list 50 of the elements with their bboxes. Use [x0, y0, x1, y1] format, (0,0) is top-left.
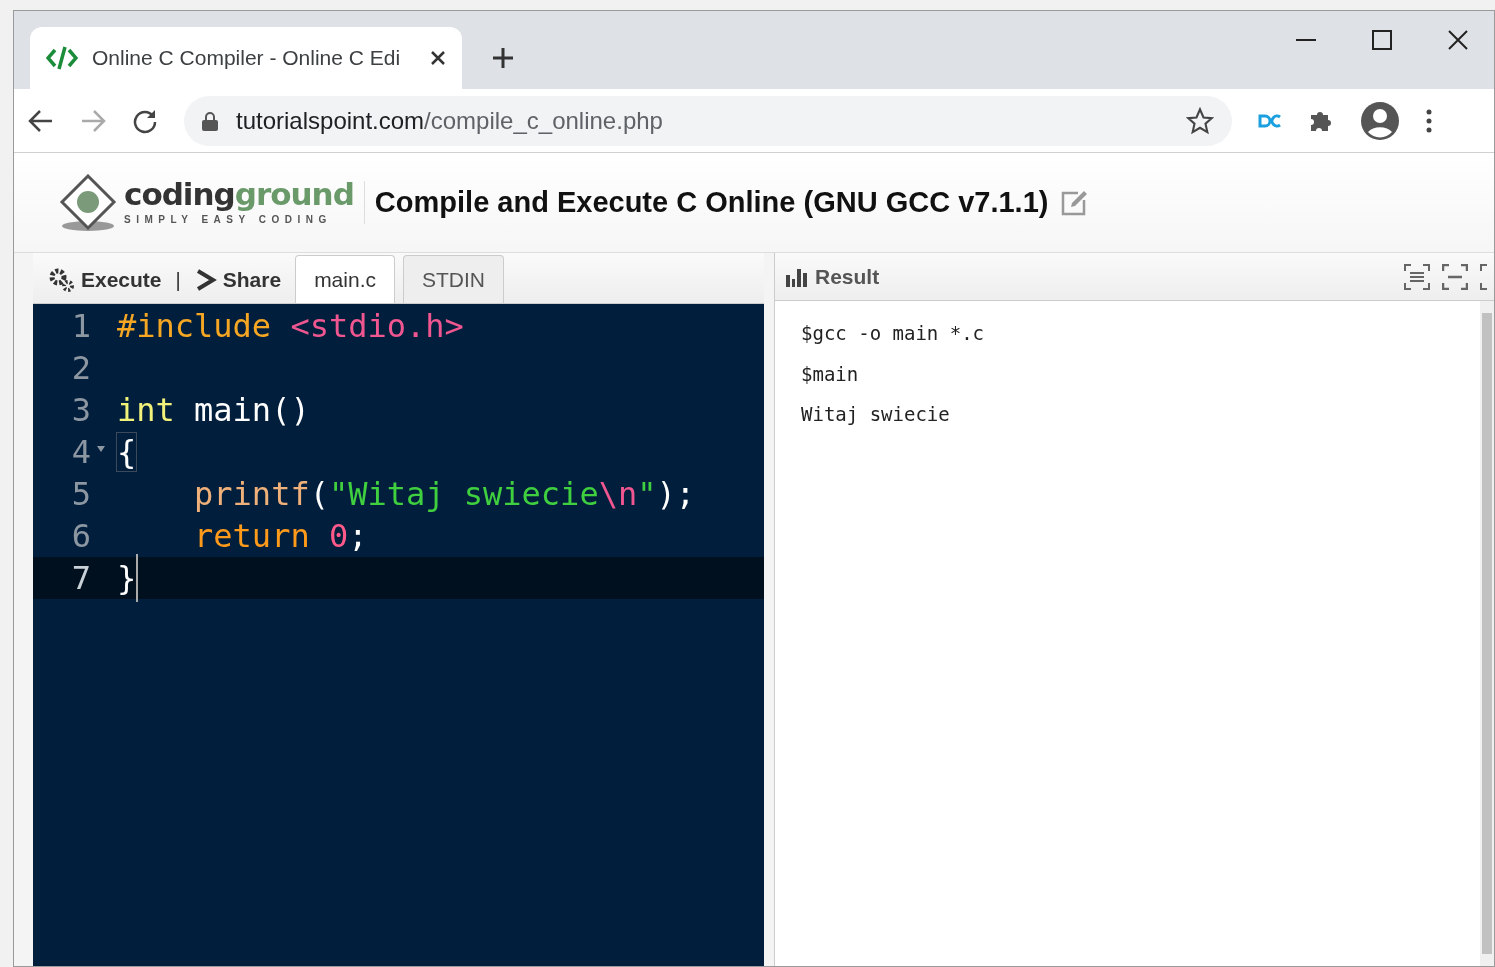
back-icon[interactable] — [28, 108, 54, 133]
logo-tagline: SIMPLY EASY CODING — [124, 212, 333, 227]
execute-button[interactable]: Execute — [43, 257, 168, 303]
new-tab-icon[interactable] — [492, 47, 514, 69]
minimize-icon[interactable] — [1296, 38, 1316, 42]
code-line: printf("Witaj swiecie\n"); — [193, 474, 695, 515]
edit-icon[interactable] — [1060, 188, 1089, 217]
collapse-icon[interactable] — [1442, 263, 1468, 290]
scrollbar[interactable] — [1480, 301, 1494, 966]
logo-icon — [58, 173, 118, 232]
line-number: 1 — [70, 306, 92, 347]
code-line: { — [117, 432, 137, 473]
code-icon — [46, 44, 78, 72]
line-number: 6 — [70, 516, 92, 557]
code-line: } — [117, 554, 139, 602]
extension-icon[interactable] — [1258, 113, 1282, 128]
share-button[interactable]: Share — [188, 257, 288, 303]
profile-icon[interactable] — [1360, 100, 1400, 141]
code-line: return 0; — [193, 516, 368, 557]
line-number: 7 — [70, 558, 92, 599]
logo-text: ground — [234, 175, 354, 212]
file-tab[interactable]: STDIN — [403, 255, 504, 303]
bar-chart-icon — [785, 266, 809, 287]
line-number: 5 — [70, 474, 92, 515]
output-line: $gcc -o main *.c — [801, 321, 986, 346]
gears-icon — [49, 267, 75, 293]
address-bar[interactable]: tutorialspoint.com/compile_c_online.php — [184, 95, 1232, 146]
page-title: Compile and Execute C Online (GNU GCC v7.1.1) — [363, 180, 1049, 225]
close-icon[interactable] — [1448, 30, 1468, 50]
panel-title: Result — [815, 263, 880, 290]
tab-title: Online C Compiler - Online C Edi — [92, 45, 402, 72]
line-number: 3 — [70, 390, 92, 431]
file-tab[interactable]: main.c — [295, 255, 395, 303]
url-text: tutorialspoint.com/compile_c_online.php — [236, 105, 664, 136]
code-line: #include <stdio.h> — [117, 306, 464, 347]
separator: | — [175, 268, 181, 293]
maximize-icon[interactable] — [1372, 30, 1392, 50]
lock-icon — [202, 110, 218, 131]
close-icon[interactable] — [430, 50, 446, 66]
code-line: int main() — [117, 390, 310, 431]
expand-icon[interactable] — [1404, 263, 1430, 290]
star-icon[interactable] — [1186, 106, 1214, 135]
output-line: $main — [801, 361, 860, 387]
logo-text: coding — [124, 175, 235, 212]
chevron-icon — [194, 268, 217, 292]
code-editor[interactable]: 1 #include <stdio.h> 2 3 int main() 4 { 5 printf("Witaj swiecie\n"); 6 return 0; 7 } — [33, 304, 764, 966]
output-line: Witaj swiecie — [801, 402, 951, 427]
menu-icon[interactable] — [1426, 108, 1432, 133]
browser-tab[interactable]: Online C Compiler - Online C Edi — [30, 27, 462, 89]
line-number: 2 — [70, 348, 92, 389]
